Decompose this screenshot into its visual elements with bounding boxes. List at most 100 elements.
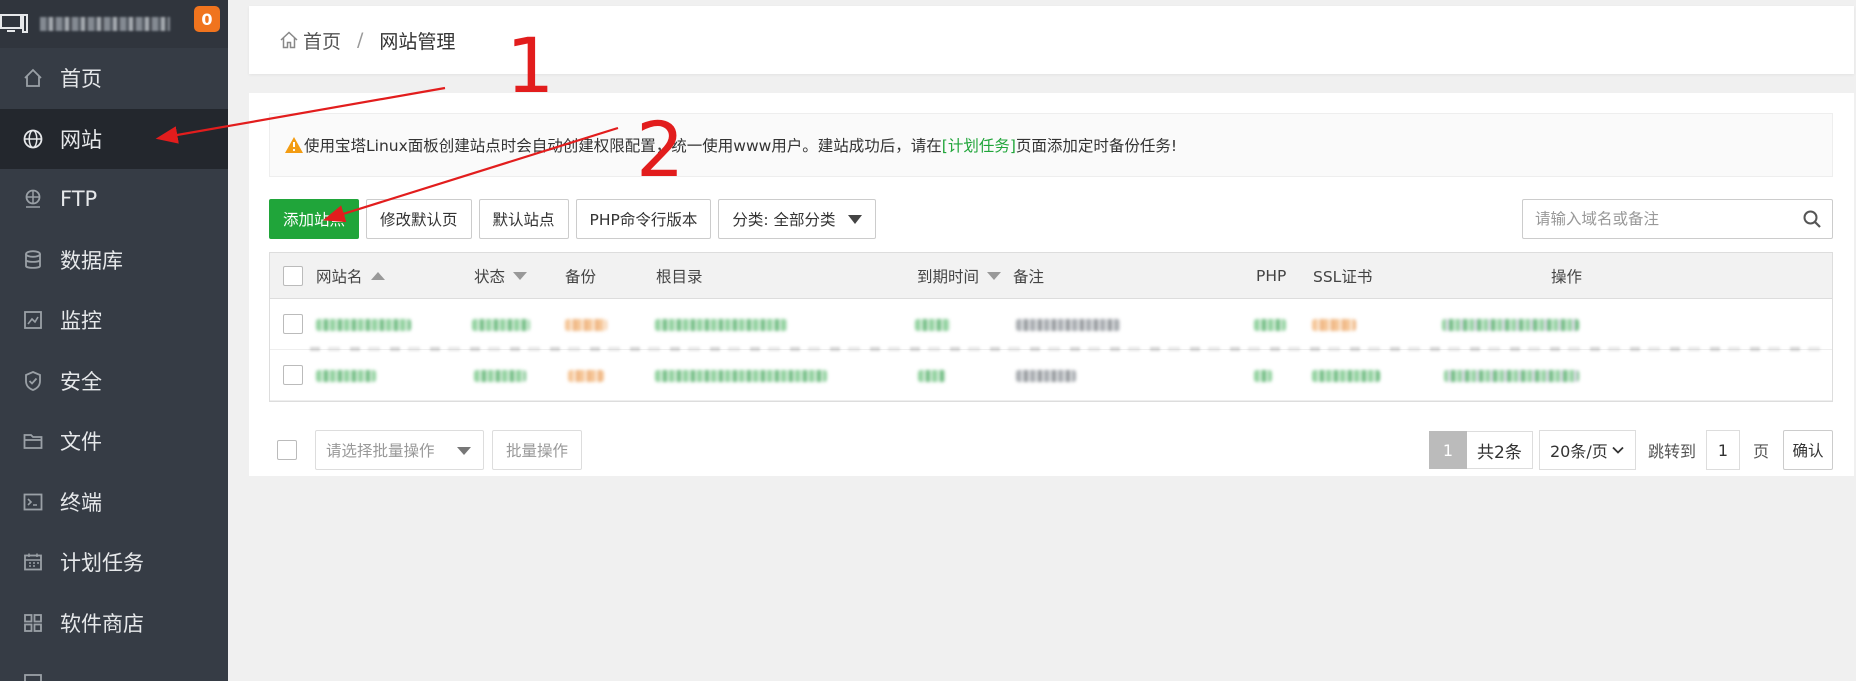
pagination-total: 共2条 [1467, 431, 1533, 469]
jump-page-input[interactable]: 1 [1706, 430, 1740, 470]
toolbar: 添加站点 修改默认页 默认站点 PHP命令行版本 分类: 全部分类 [269, 199, 876, 239]
column-php: PHP [1256, 267, 1286, 285]
table-row[interactable] [270, 299, 1832, 350]
row-checkbox[interactable] [283, 365, 303, 385]
sidebar-item-security[interactable]: 安全 [0, 351, 228, 412]
annotation-step-1: 1 [506, 21, 555, 110]
cron-task-link[interactable]: [计划任务] [942, 134, 1016, 156]
column-label: 根目录 [656, 267, 703, 286]
column-status[interactable]: 状态 [474, 265, 528, 287]
column-backup: 备份 [565, 265, 596, 287]
status-blurred[interactable] [472, 319, 530, 331]
site-name-blurred[interactable] [316, 370, 376, 382]
sort-asc-icon [370, 271, 385, 280]
database-icon [22, 249, 44, 271]
table-header: 网站名 状态 备份 根目录 到期时间 备注 PHP SSL证书 操作 [270, 253, 1832, 299]
sidebar-item-label: 文件 [60, 430, 102, 455]
terminal-icon [22, 491, 44, 513]
remark-blurred[interactable] [1016, 319, 1120, 331]
sidebar-item-ftp[interactable]: FTP [0, 169, 228, 230]
globe-icon [22, 128, 44, 150]
sidebar-item-label: 终端 [60, 490, 102, 515]
warning-icon [285, 137, 303, 153]
search-icon[interactable] [1802, 209, 1822, 229]
caret-down-icon [457, 447, 471, 455]
php-cli-version-button[interactable]: PHP命令行版本 [575, 199, 712, 239]
batch-operation-select[interactable]: 请选择批量操作 [315, 430, 484, 470]
site-table: 网站名 状态 备份 根目录 到期时间 备注 PHP SSL证书 操作 [269, 252, 1833, 402]
backup-blurred[interactable] [565, 319, 607, 331]
ssl-blurred[interactable] [1312, 370, 1380, 382]
sidebar-nav: 首页 网站 FTP 数据库 监控 安全 文件 终端 计划任务 软件商店 [0, 48, 228, 681]
site-management-panel: 使用宝塔Linux面板创建站点时会自动创建权限配置，统一使用www用户。建站成功… [249, 93, 1854, 476]
sidebar-item-cron[interactable]: 计划任务 [0, 532, 228, 593]
brand-bar: 0 [0, 0, 228, 48]
ftp-icon [22, 188, 44, 210]
column-expire[interactable]: 到期时间 [917, 265, 1002, 287]
sidebar-item-label: 数据库 [60, 248, 123, 273]
table-footer: 请选择批量操作 批量操作 1 共2条 20条/页 跳转到 1 页 确认 [269, 430, 1833, 470]
sidebar-item-website[interactable]: 网站 [0, 108, 228, 169]
breadcrumb: 首页 / 网站管理 [249, 6, 1854, 74]
row-checkbox[interactable] [283, 314, 303, 334]
sidebar-item-label: 监控 [60, 309, 102, 334]
sidebar-item-label: 计划任务 [60, 551, 144, 576]
column-site-name[interactable]: 网站名 [316, 265, 385, 287]
shield-icon [22, 370, 44, 392]
ssl-blurred[interactable] [1312, 319, 1356, 331]
notice-text-end: 页面添加定时备份任务! [1015, 137, 1178, 155]
category-select-value: 分类: 全部分类 [732, 211, 836, 229]
column-actions: 操作 [1551, 265, 1582, 287]
notice-banner: 使用宝塔Linux面板创建站点时会自动创建权限配置，统一使用www用户。建站成功… [269, 113, 1833, 177]
category-select[interactable]: 分类: 全部分类 [718, 199, 876, 239]
expire-blurred [915, 319, 950, 331]
column-label: 备份 [565, 267, 597, 286]
root-dir-blurred[interactable] [655, 370, 827, 382]
sidebar-item-database[interactable]: 数据库 [0, 230, 228, 291]
column-label: 备注 [1013, 267, 1045, 286]
jump-confirm-button[interactable]: 确认 [1783, 430, 1833, 470]
notification-badge[interactable]: 0 [194, 6, 220, 32]
sort-desc-icon [513, 271, 528, 280]
batch-operation-button[interactable]: 批量操作 [492, 430, 583, 470]
remark-blurred[interactable] [1016, 370, 1076, 382]
settings-icon [22, 672, 44, 681]
breadcrumb-separator: / [357, 29, 364, 51]
page-size-select[interactable]: 20条/页 [1539, 430, 1636, 470]
server-monitor-icon [0, 14, 28, 33]
add-site-button[interactable]: 添加站点 [269, 199, 360, 239]
home-icon [22, 67, 44, 89]
folder-icon [22, 430, 44, 452]
modify-default-page-button[interactable]: 修改默认页 [366, 199, 472, 239]
footer-select-all-checkbox[interactable] [277, 440, 297, 460]
root-dir-blurred[interactable] [655, 319, 787, 331]
backup-blurred[interactable] [568, 370, 604, 382]
select-all-checkbox[interactable] [283, 265, 303, 286]
sidebar-item-files[interactable]: 文件 [0, 411, 228, 472]
breadcrumb-home-link[interactable]: 首页 [303, 27, 341, 54]
sidebar-item-app-store[interactable]: 软件商店 [0, 593, 228, 654]
sidebar-item-label: 安全 [60, 369, 102, 394]
search-input[interactable] [1535, 210, 1795, 228]
column-root-dir: 根目录 [656, 265, 703, 287]
sidebar-item-label: 首页 [60, 67, 102, 92]
php-version-blurred[interactable] [1254, 370, 1272, 382]
status-blurred[interactable] [474, 370, 526, 382]
site-name-blurred[interactable] [316, 319, 411, 331]
sidebar-item-terminal[interactable]: 终端 [0, 472, 228, 533]
expire-blurred [918, 370, 946, 382]
column-remark: 备注 [1013, 265, 1044, 287]
sidebar-item-monitor[interactable]: 监控 [0, 290, 228, 351]
page-size-value: 20条/页 [1550, 442, 1608, 461]
table-row[interactable] [270, 347, 1832, 401]
server-hostname-blurred [40, 17, 170, 31]
row-actions-blurred[interactable] [1444, 370, 1579, 382]
row-actions-blurred[interactable] [1442, 319, 1579, 331]
sidebar-item-cut-off[interactable] [0, 653, 228, 681]
search-box [1522, 199, 1833, 239]
php-version-blurred[interactable] [1254, 319, 1286, 331]
sidebar-item-home[interactable]: 首页 [0, 48, 228, 109]
default-site-button[interactable]: 默认站点 [478, 199, 569, 239]
column-label: SSL证书 [1313, 267, 1373, 286]
pagination-current-page[interactable]: 1 [1429, 431, 1467, 469]
